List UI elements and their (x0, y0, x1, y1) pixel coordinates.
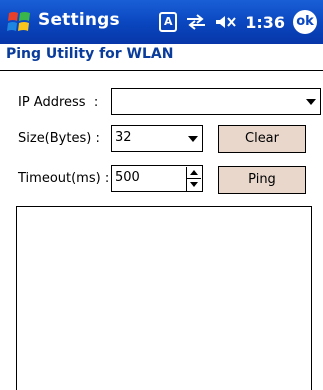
spinner-down-button[interactable] (187, 179, 201, 191)
timeout-label: Timeout(ms) : (18, 171, 110, 186)
ok-button[interactable]: ok (293, 10, 317, 34)
ping-button[interactable]: Ping (218, 166, 306, 194)
title-separator (0, 70, 323, 71)
spinner-up-button[interactable] (187, 167, 201, 179)
app-title: Settings (38, 10, 120, 30)
ip-address-combobox[interactable] (111, 88, 321, 115)
connectivity-icon[interactable] (185, 14, 207, 30)
dropdown-arrow-icon[interactable] (188, 136, 198, 142)
title-bar: Settings A 1:36 ok (0, 0, 323, 44)
size-value: 32 (115, 130, 132, 145)
clear-button[interactable]: Clear (218, 125, 306, 153)
ip-address-label: IP Address : (18, 95, 99, 110)
windows-start-icon[interactable] (6, 8, 34, 36)
timeout-value: 500 (115, 170, 140, 185)
ping-utility-screen: Settings A 1:36 ok Ping Utility for WLAN… (0, 0, 323, 390)
ping-output-textarea[interactable] (16, 206, 312, 390)
clock-time[interactable]: 1:36 (245, 13, 285, 32)
dropdown-arrow-icon[interactable] (306, 99, 316, 105)
spinner-up-icon (190, 170, 198, 175)
timeout-spinner[interactable] (186, 167, 201, 192)
size-combobox[interactable]: 32 (111, 125, 203, 152)
size-label: Size(Bytes) : (18, 131, 100, 146)
timeout-input[interactable]: 500 (111, 165, 203, 192)
status-icons: A 1:36 ok (159, 8, 317, 36)
spinner-down-icon (190, 182, 198, 187)
speaker-icon[interactable] (215, 14, 237, 30)
page-title: Ping Utility for WLAN (6, 46, 174, 62)
input-mode-icon[interactable]: A (159, 12, 178, 32)
